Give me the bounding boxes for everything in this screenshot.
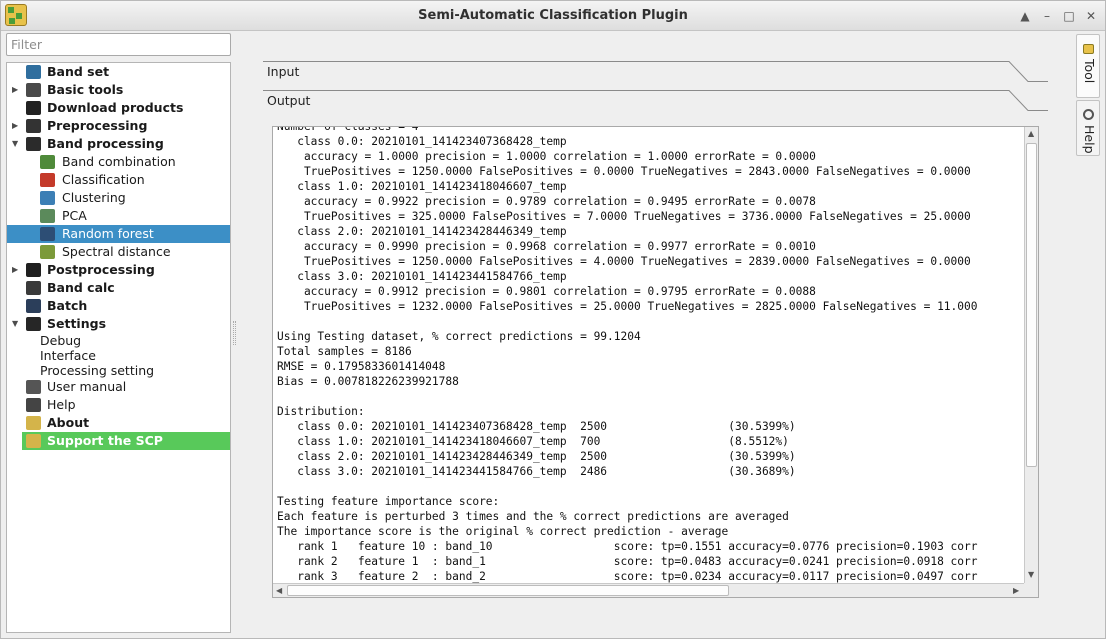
- random-forest-icon: [40, 227, 55, 241]
- tree-item-label: Band set: [47, 64, 110, 79]
- plugin-window: Semi-Automatic Classification Plugin ▲ –…: [0, 0, 1106, 639]
- tree-item-batch[interactable]: Batch: [7, 297, 230, 315]
- about-icon: [26, 416, 41, 430]
- collapsed-arrow-icon[interactable]: ▶: [12, 81, 20, 99]
- output-text: Number of classes = 4 class 0.0: 2021010…: [277, 126, 978, 583]
- tree-item-label: Settings: [47, 316, 107, 331]
- output-text-area[interactable]: Number of classes = 4 class 0.0: 2021010…: [272, 126, 1039, 598]
- tree-item-label: Classification: [62, 172, 145, 187]
- splitter-handle[interactable]: [233, 321, 236, 345]
- scroll-left-icon[interactable]: ◀: [276, 586, 282, 595]
- tree-item-label: Support the SCP: [47, 433, 163, 448]
- tree-item-classification[interactable]: Classification: [7, 171, 230, 189]
- scroll-down-icon[interactable]: ▼: [1028, 570, 1034, 579]
- tree-item-basic-tools[interactable]: ▶ Basic tools: [7, 81, 230, 99]
- classification-icon: [40, 173, 55, 187]
- tree-item-postprocessing[interactable]: ▶ Postprocessing: [7, 261, 230, 279]
- tree-item-label: Band processing: [47, 136, 164, 151]
- tree-item-download-products[interactable]: Download products: [7, 99, 230, 117]
- tree-item-label: Help: [47, 397, 76, 412]
- tree-item-user-manual[interactable]: User manual: [7, 378, 230, 396]
- pca-icon: [40, 209, 55, 223]
- tab-tool[interactable]: Tool: [1076, 34, 1100, 98]
- tree-item-label: About: [47, 415, 90, 430]
- tree-item-help[interactable]: Help: [7, 396, 230, 414]
- tree-item-spectral-distance[interactable]: Spectral distance: [7, 243, 230, 261]
- band-set-icon: [26, 65, 41, 79]
- spectral-distance-icon: [40, 245, 55, 259]
- download-icon: [26, 101, 41, 115]
- tree-item-label: Postprocessing: [47, 262, 155, 277]
- maximize-button[interactable]: □: [1061, 8, 1077, 24]
- tree-item-settings[interactable]: ▼ Settings: [7, 315, 230, 333]
- tree-item-label: Basic tools: [47, 82, 124, 97]
- title-bar: Semi-Automatic Classification Plugin ▲ –…: [1, 1, 1105, 31]
- tool-tab-icon: [1083, 44, 1094, 54]
- postprocessing-icon: [26, 263, 41, 277]
- tree-item-label: Spectral distance: [62, 244, 171, 259]
- user-manual-icon: [26, 380, 41, 394]
- tree-item-label: PCA: [62, 208, 87, 223]
- help-tab-icon: [1083, 109, 1094, 120]
- close-button[interactable]: ✕: [1083, 8, 1099, 24]
- tree-item-label: Clustering: [62, 190, 126, 205]
- band-calc-icon: [26, 281, 41, 295]
- basic-tools-icon: [26, 83, 41, 97]
- tree-item-clustering[interactable]: Clustering: [7, 189, 230, 207]
- settings-icon: [26, 317, 41, 331]
- collapsed-arrow-icon[interactable]: ▶: [12, 117, 20, 135]
- tree-item-pca[interactable]: PCA: [7, 207, 230, 225]
- window-up-icon[interactable]: ▲: [1017, 8, 1033, 24]
- support-icon: [26, 434, 41, 448]
- horizontal-scroll-thumb[interactable]: [287, 585, 729, 596]
- tab-help-label: Help: [1082, 125, 1097, 154]
- expanded-arrow-icon[interactable]: ▼: [12, 315, 20, 333]
- output-section-label: Output: [267, 93, 311, 108]
- tree-item-label: Band calc: [47, 280, 115, 295]
- tree-item-band-set[interactable]: Band set: [7, 63, 230, 81]
- help-icon: [26, 398, 41, 412]
- tree-item-label: User manual: [47, 379, 127, 394]
- vertical-scroll-thumb[interactable]: [1026, 143, 1037, 467]
- expanded-arrow-icon[interactable]: ▼: [12, 135, 20, 153]
- batch-icon: [26, 299, 41, 313]
- tree-item-support-the-scp[interactable]: Support the SCP: [22, 432, 230, 450]
- band-processing-icon: [26, 137, 41, 151]
- vertical-scrollbar[interactable]: ▲ ▼: [1024, 127, 1038, 583]
- clustering-icon: [40, 191, 55, 205]
- tree-item-preprocessing[interactable]: ▶ Preprocessing: [7, 117, 230, 135]
- tree-item-about[interactable]: About: [7, 414, 230, 432]
- input-section-label: Input: [267, 64, 300, 79]
- preprocessing-icon: [26, 119, 41, 133]
- window-title: Semi-Automatic Classification Plugin: [418, 8, 688, 23]
- tree-item-label: Band combination: [62, 154, 176, 169]
- scroll-corner: [1024, 583, 1038, 597]
- collapsed-arrow-icon[interactable]: ▶: [12, 261, 20, 279]
- tree-item-band-calc[interactable]: Band calc: [7, 279, 230, 297]
- tree-item-label: Batch: [47, 298, 88, 313]
- input-header-line: [263, 61, 1048, 82]
- horizontal-scrollbar[interactable]: ◀ ▶: [273, 583, 1025, 597]
- scroll-right-icon[interactable]: ▶: [1013, 586, 1019, 595]
- tree-item-band-processing[interactable]: ▼ Band processing: [7, 135, 230, 153]
- scroll-up-icon[interactable]: ▲: [1028, 129, 1034, 138]
- tree-item-label: Preprocessing: [47, 118, 148, 133]
- minimize-button[interactable]: –: [1039, 8, 1055, 24]
- tab-tool-label: Tool: [1082, 59, 1097, 84]
- input-section-header[interactable]: Input: [263, 61, 1049, 83]
- tool-tree: Band set ▶ Basic tools Download products ▶ Pr…: [6, 62, 231, 633]
- tree-item-label: Download products: [47, 100, 184, 115]
- output-header-line: [263, 90, 1048, 111]
- tree-item-band-combination[interactable]: Band combination: [7, 153, 230, 171]
- tree-item-random-forest[interactable]: Random forest: [7, 225, 230, 243]
- tree-item-label: Random forest: [62, 226, 154, 241]
- band-combination-icon: [40, 155, 55, 169]
- tab-help[interactable]: Help: [1076, 100, 1100, 156]
- output-section-header[interactable]: Output: [263, 90, 1049, 112]
- filter-input[interactable]: [6, 33, 231, 56]
